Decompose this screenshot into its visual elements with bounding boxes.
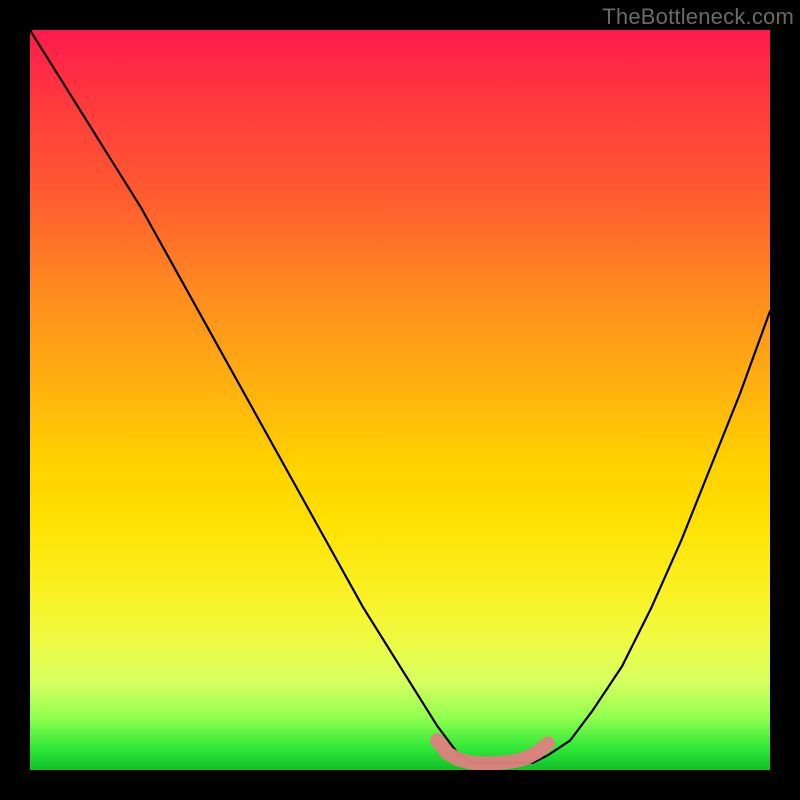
watermark-text: TheBottleneck.com bbox=[602, 4, 794, 30]
valley-marker-line bbox=[437, 740, 548, 763]
plot-area bbox=[30, 30, 770, 770]
curve-line bbox=[30, 30, 770, 763]
chart-frame: TheBottleneck.com bbox=[0, 0, 800, 800]
chart-svg bbox=[30, 30, 770, 770]
